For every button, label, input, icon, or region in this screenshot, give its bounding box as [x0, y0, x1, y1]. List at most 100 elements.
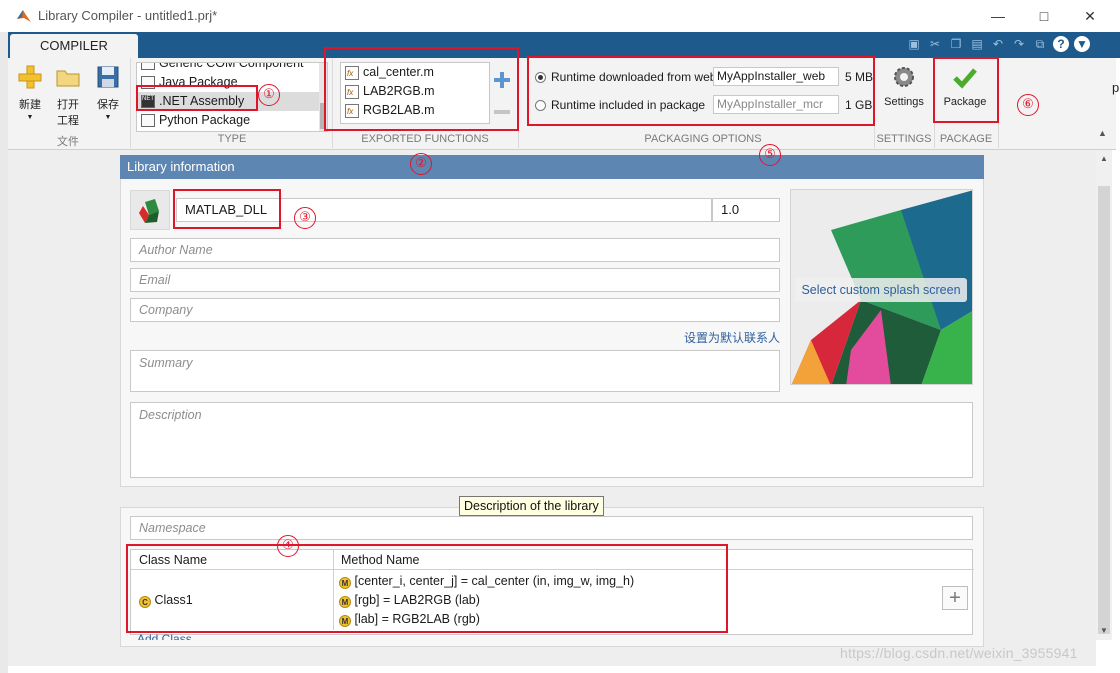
main-scrollbar[interactable]: ▲ ▼	[1096, 150, 1112, 640]
scrollbar-thumb[interactable]	[320, 103, 326, 129]
library-name-field[interactable]: MATLAB_DLL	[176, 198, 712, 222]
open-project-button[interactable]: 打开 工程	[48, 64, 88, 128]
scroll-down-icon[interactable]: ▼	[1099, 626, 1109, 635]
divider	[998, 58, 999, 148]
web-size-label: 5 MB	[845, 70, 874, 84]
python-icon	[141, 114, 155, 127]
method-item[interactable]: M [lab] = RGB2LAB (rgb)	[339, 610, 634, 629]
file-section-label: 文件	[57, 136, 79, 148]
toolstrip-ribbon: 新建 ▼ 打开 工程 保存 ▼ 文件 Generic COM Component…	[8, 58, 1116, 150]
class-row[interactable]: C Class1	[139, 593, 193, 608]
help-icon[interactable]: ?	[1053, 36, 1069, 52]
summary-field[interactable]: Summary	[130, 350, 780, 392]
type-item-label: .NET Assembly	[159, 94, 245, 108]
mcr-installer-name-field[interactable]: MyAppInstaller_mcr	[713, 95, 839, 114]
runtime-included-option[interactable]: Runtime included in package MyAppInstall…	[533, 92, 873, 120]
method-icon: M	[339, 596, 351, 608]
method-item[interactable]: M [center_i, center_j] = cal_center (in,…	[339, 572, 634, 591]
paste-icon[interactable]: ▤	[969, 36, 985, 52]
type-item-dotnet[interactable]: NET .NET Assembly	[137, 92, 327, 111]
type-item-label: Generic COM Component	[159, 62, 304, 70]
method-item[interactable]: M [rgb] = LAB2RGB (lab)	[339, 591, 634, 610]
version-field[interactable]: 1.0	[712, 198, 780, 222]
method-icon: M	[339, 615, 351, 627]
divider	[332, 58, 333, 148]
floppy-disk-icon	[97, 66, 119, 88]
scroll-up-icon[interactable]: ▲	[1099, 154, 1109, 163]
web-installer-name-field[interactable]: MyAppInstaller_web	[713, 67, 839, 86]
package-button[interactable]: Package	[940, 64, 990, 108]
add-class-link[interactable]: Add Class	[137, 632, 192, 640]
table-header: Class Name Method Name	[131, 550, 974, 570]
runtime-included-radio[interactable]	[535, 100, 546, 111]
set-default-contact-link[interactable]: 设置为默认联系人	[684, 329, 780, 346]
runtime-web-radio[interactable]	[535, 72, 546, 83]
mfile-icon	[345, 64, 359, 83]
method-name-column-header: Method Name	[341, 553, 420, 567]
type-list[interactable]: Generic COM Component Java Package NET .N…	[136, 62, 328, 132]
package-label: Package	[943, 96, 987, 108]
description-tooltip: Description of the library	[459, 496, 604, 516]
function-item[interactable]: LAB2RGB.m	[341, 82, 489, 102]
maximize-icon[interactable]: □	[1034, 6, 1054, 26]
type-list-scrollbar[interactable]	[319, 63, 327, 131]
class-method-table: Class Name Method Name C Class1 M [cente…	[130, 549, 974, 635]
minimize-icon[interactable]: —	[988, 6, 1008, 26]
left-window-strip	[0, 32, 8, 673]
chevron-down-icon: ▼	[104, 114, 112, 121]
new-plus-icon	[18, 65, 42, 89]
splash-screen-selector[interactable]: Select custom splash screen	[790, 189, 973, 385]
method-signature: [rgb] = LAB2RGB (lab)	[354, 593, 480, 607]
package-section-label: PACKAGE	[939, 133, 993, 145]
annotation-number-5: ⑤	[759, 144, 781, 166]
checkmark-icon	[953, 68, 977, 89]
author-name-field[interactable]: Author Name	[130, 238, 780, 262]
new-label: 新建	[19, 99, 41, 111]
dotnet-icon: NET	[141, 95, 155, 108]
switch-windows-icon[interactable]: ⧉	[1032, 36, 1048, 52]
close-icon[interactable]: ✕	[1080, 6, 1100, 26]
type-section-label: TYPE	[217, 133, 247, 145]
namespace-field[interactable]: Namespace	[130, 516, 973, 540]
tab-compiler[interactable]: COMPILER	[10, 34, 138, 58]
redo-icon[interactable]: ↷	[1011, 36, 1027, 52]
type-item-python[interactable]: Python Package	[137, 111, 327, 130]
remove-function-icon[interactable]	[493, 108, 511, 116]
collapse-ribbon-icon[interactable]: ▲	[1098, 128, 1107, 138]
exported-functions-list[interactable]: cal_center.m LAB2RGB.m RGB2LAB.m	[340, 62, 490, 124]
runtime-web-label: Runtime downloaded from web	[551, 70, 717, 84]
function-item[interactable]: cal_center.m	[341, 63, 489, 83]
mfile-icon	[345, 102, 359, 121]
runtime-web-option[interactable]: Runtime downloaded from web MyAppInstall…	[533, 64, 873, 92]
scrollbar-thumb[interactable]	[1098, 186, 1110, 634]
method-list: M [center_i, center_j] = cal_center (in,…	[339, 572, 634, 629]
select-splash-label[interactable]: Select custom splash screen	[795, 278, 967, 302]
company-field[interactable]: Company	[130, 298, 780, 322]
function-name: LAB2RGB.m	[363, 84, 435, 98]
add-function-icon[interactable]	[493, 71, 511, 89]
save-project-button[interactable]: 保存 ▼	[88, 64, 128, 121]
library-information-header: Library information	[120, 155, 984, 179]
email-field[interactable]: Email	[130, 268, 780, 292]
function-name: cal_center.m	[363, 65, 434, 79]
class-icon: C	[139, 596, 151, 608]
library-icon[interactable]	[130, 190, 170, 230]
undo-icon[interactable]: ↶	[990, 36, 1006, 52]
type-item-com[interactable]: Generic COM Component	[137, 62, 327, 73]
copy-icon[interactable]: ❐	[948, 36, 964, 52]
runtime-included-label: Runtime included in package	[551, 98, 706, 112]
new-project-button[interactable]: 新建 ▼	[10, 64, 50, 121]
save-icon[interactable]: ▣	[906, 36, 922, 52]
add-method-button[interactable]: +	[942, 586, 968, 610]
divider	[130, 58, 131, 148]
options-dropdown-icon[interactable]: ▼	[1074, 36, 1090, 52]
settings-button[interactable]: Settings	[880, 64, 928, 108]
description-field[interactable]: Description	[130, 402, 973, 478]
annotation-number-4: ④	[277, 535, 299, 557]
function-item[interactable]: RGB2LAB.m	[341, 101, 489, 121]
java-icon	[141, 76, 155, 89]
type-item-java[interactable]: Java Package	[137, 73, 327, 92]
divider	[518, 58, 519, 148]
cut-icon[interactable]: ✂	[927, 36, 943, 52]
annotation-number-1: ①	[258, 84, 280, 106]
